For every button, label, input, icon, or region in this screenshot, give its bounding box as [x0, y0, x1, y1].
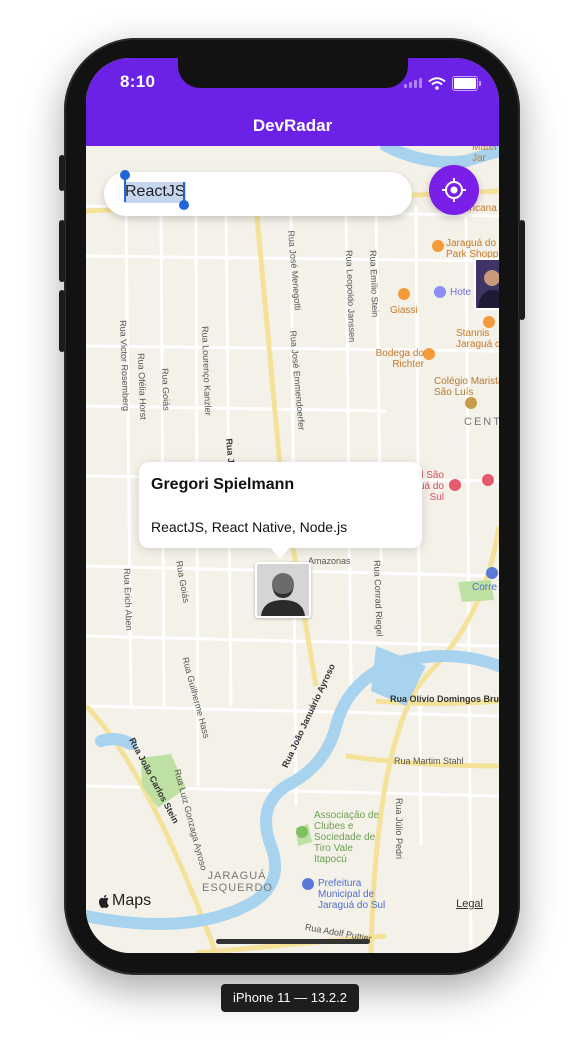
callout-developer-name: Gregori Spielmann — [151, 476, 295, 493]
power-button — [519, 220, 525, 320]
map-label-rua-goias-top: Rua Goiás — [160, 368, 172, 411]
map-label-rua-amazonas: Amazonas — [308, 556, 351, 566]
home-indicator[interactable] — [216, 939, 370, 944]
map-label-prefeitura: Prefeitura Municipal de Jaraguá do Sul — [318, 878, 386, 911]
silent-switch — [59, 155, 65, 191]
legal-link[interactable]: Legal — [456, 898, 483, 910]
wifi-icon — [428, 76, 446, 90]
volume-down-button — [59, 290, 65, 352]
map-label-rua-julio-pedri: Rua Júlio Pedri — [394, 798, 404, 860]
map-label-hotel: Hote — [450, 287, 472, 298]
map-label-jaragua-esquerdo: JARAGUÁ ESQUERDO — [202, 870, 273, 894]
map-label-bodega: Bodega do Richter — [375, 348, 424, 370]
crosshair-icon — [442, 178, 466, 202]
map-label-jaragua-park: Jaraguá do Park Shopp — [446, 238, 499, 260]
callout-developer-techs: ReactJS, React Native, Node.js — [151, 519, 348, 535]
map-label-rua-olivio: Rua Olívio Domingos Bru — [390, 694, 499, 704]
person-photo-icon — [257, 564, 309, 616]
selection-end-handle[interactable] — [179, 200, 189, 210]
map-label-colegio: Colégio Marista São Luís — [434, 376, 499, 398]
map-label-correios: Corre — [472, 582, 498, 593]
map-label-giassi: Giassi — [390, 305, 418, 316]
phone-screen: Rua João Pianir Rua José Menegotti Rua J… — [86, 58, 499, 953]
developer-callout[interactable] — [139, 462, 422, 548]
dev-marker-avatar-main[interactable] — [255, 562, 311, 618]
maps-attribution-label: Maps — [112, 892, 152, 909]
device-notch — [178, 58, 408, 88]
selection-start-handle[interactable] — [120, 170, 130, 180]
dev-marker-avatar[interactable] — [474, 258, 499, 310]
map-label-stannis: Stannis Jaraguá c — [456, 328, 499, 350]
apple-logo-icon — [99, 894, 109, 908]
map-label-rua-martim-stahl: Rua Martim Stahl — [394, 756, 464, 766]
maps-attribution: Maps — [98, 892, 151, 910]
simulator-device-label: iPhone 11 — 13.2.2 — [221, 984, 359, 1012]
my-location-button[interactable] — [429, 165, 479, 215]
map-label-rua-erich-abel: Rua Erich Aben — [122, 568, 135, 631]
battery-icon — [452, 75, 481, 91]
map-label-associacao: Associação de Clubes e Sociedade de Tiro… — [314, 810, 380, 865]
map-label-centro: CENT — [464, 416, 499, 428]
person-photo-icon — [476, 260, 499, 308]
signal-icon — [404, 78, 422, 88]
search-input-text[interactable]: ReactJS — [124, 182, 187, 203]
status-icons — [404, 75, 481, 91]
volume-up-button — [59, 220, 65, 282]
callout-arrow — [270, 547, 290, 559]
app-title: DevRadar — [252, 116, 333, 135]
status-time: 8:10 — [120, 72, 156, 91]
selection-start-line — [124, 178, 126, 202]
